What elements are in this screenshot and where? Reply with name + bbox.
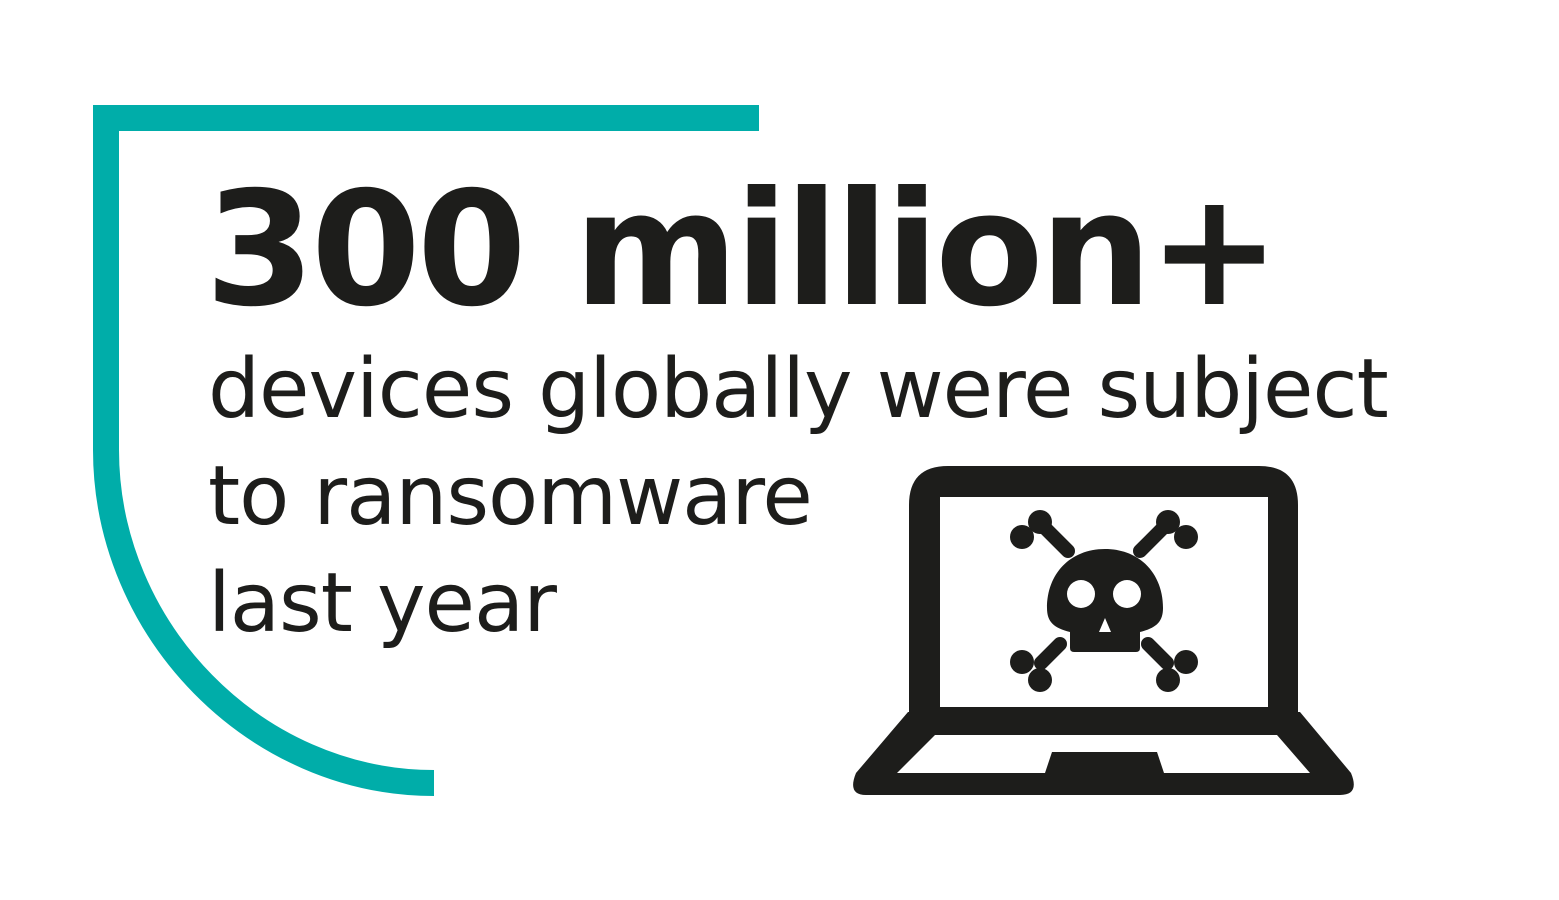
laptop-skull-crossbones-icon	[853, 466, 1354, 795]
subtext-line-2: to ransomware	[208, 449, 813, 544]
subtext-line-3: last year	[208, 556, 557, 651]
laptop-base	[853, 712, 1354, 795]
infographic: { "headline": "300 million+", "subtext_l…	[0, 0, 1559, 900]
headline-stat: 300 million+	[205, 158, 1281, 342]
subtext-line-1: devices globally were subject	[208, 342, 1389, 437]
skull-icon	[1047, 549, 1163, 652]
